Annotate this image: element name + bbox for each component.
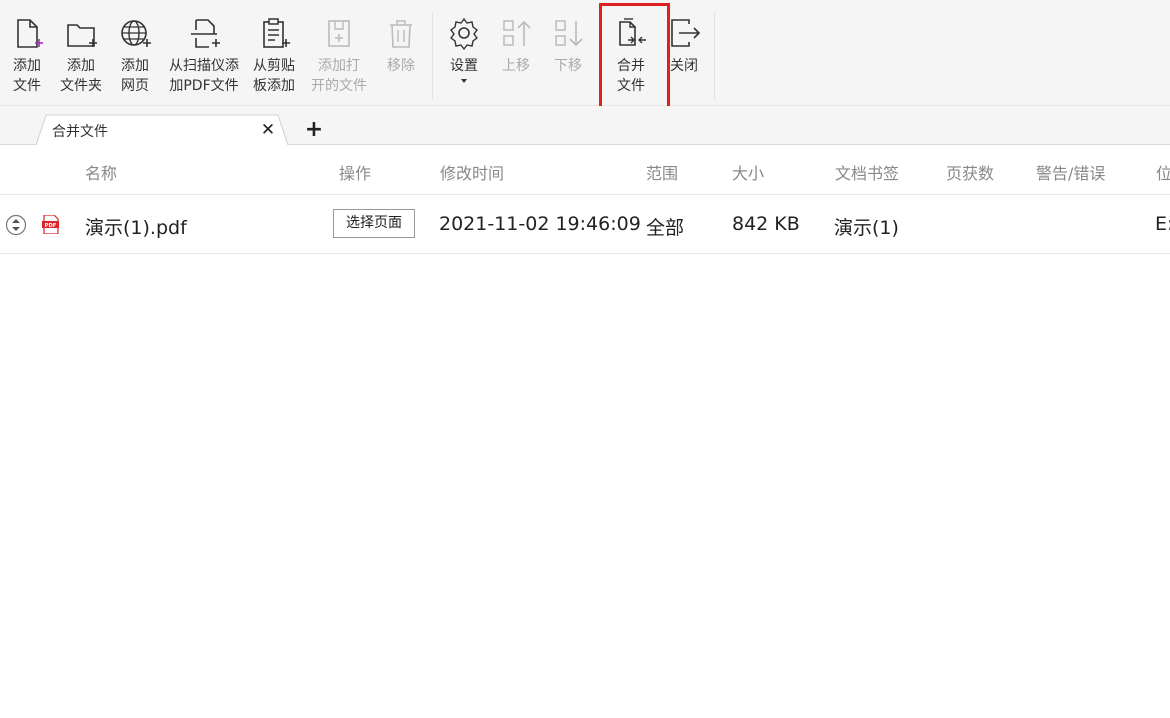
table-row[interactable]: PDF 演示(1).pdf 选择页面 2021-11-02 19:46:09 全… [0, 195, 1170, 254]
add-file-icon [17, 19, 43, 48]
svg-text:PDF: PDF [45, 223, 57, 229]
remove-label: 移除 [387, 58, 415, 74]
select-pages-button[interactable]: 选择页面 [333, 209, 415, 238]
add-file-label: 添加 文件 [13, 58, 41, 94]
move-down-button[interactable]: 下移 [546, 0, 590, 104]
add-webpage-button[interactable]: 添加 网页 [114, 0, 156, 104]
settings-button[interactable]: 设置 [442, 0, 486, 104]
tab-label: 合并文件 [52, 124, 108, 140]
file-size: 842 KB [732, 213, 800, 235]
bookmark: 演示(1) [834, 217, 899, 239]
add-tab-button[interactable]: + [304, 118, 324, 142]
toolbar-separator [714, 12, 715, 100]
remove-button[interactable]: 移除 [380, 0, 422, 104]
expand-toggle-icon[interactable] [5, 214, 27, 236]
merge-files-icon [619, 18, 646, 46]
modified-time: 2021-11-02 19:46:09 [439, 213, 641, 235]
file-name: 演示(1).pdf [85, 217, 187, 239]
close-label: 关闭 [670, 58, 698, 74]
toolbar: 添加 文件 添加 文件夹 添加 网页 从扫描仪添 加PDF文件 从剪贴 板添加 … [0, 0, 1170, 106]
move-up-label: 上移 [502, 58, 530, 74]
column-header-location[interactable]: 位 [1156, 160, 1170, 184]
table-header: 名称 操作 修改时间 范围 大小 文档书签 页获数 警告/错误 位 [0, 146, 1170, 195]
move-up-button[interactable]: 上移 [494, 0, 538, 104]
tab-merge-files[interactable]: 合并文件 ✕ [36, 114, 288, 146]
scanner-button[interactable]: 从扫描仪添 加PDF文件 [164, 0, 244, 104]
move-down-icon [555, 20, 583, 47]
column-header-name[interactable]: 名称 [85, 160, 117, 184]
close-icon[interactable]: ✕ [260, 121, 276, 139]
add-open-file-label: 添加打 开的文件 [311, 58, 367, 94]
add-folder-icon [67, 24, 97, 47]
merge-files-button[interactable]: 合并 文件 [609, 0, 653, 104]
add-folder-label: 添加 文件夹 [60, 58, 102, 94]
scanner-label: 从扫描仪添 加PDF文件 [169, 58, 239, 94]
column-header-warning[interactable]: 警告/错误 [1036, 160, 1105, 184]
column-header-action[interactable]: 操作 [339, 160, 371, 184]
column-header-modified[interactable]: 修改时间 [440, 160, 504, 184]
page-range: 全部 [646, 217, 685, 239]
close-button[interactable]: 关闭 [664, 0, 704, 104]
add-folder-button[interactable]: 添加 文件夹 [56, 0, 106, 104]
column-header-size[interactable]: 大小 [732, 160, 764, 184]
column-header-range[interactable]: 范围 [646, 160, 678, 184]
chevron-down-icon [461, 79, 467, 83]
column-header-pages[interactable]: 页获数 [946, 160, 994, 184]
add-open-file-button[interactable]: 添加打 开的文件 [306, 0, 372, 104]
pdf-file-icon: PDF [42, 215, 59, 234]
toolbar-separator [432, 12, 433, 100]
clipboard-icon [263, 18, 290, 48]
file-location: E: [1155, 213, 1170, 235]
scanner-icon [191, 19, 220, 48]
add-webpage-label: 添加 网页 [121, 58, 149, 94]
gear-icon [450, 17, 478, 51]
move-up-icon [503, 20, 531, 46]
add-file-button[interactable]: 添加 文件 [6, 0, 48, 104]
merge-files-label: 合并 文件 [617, 58, 645, 94]
add-open-file-icon [328, 20, 350, 47]
clipboard-button[interactable]: 从剪贴 板添加 [248, 0, 300, 104]
add-webpage-icon [121, 20, 151, 47]
clipboard-label: 从剪贴 板添加 [253, 58, 295, 94]
column-header-bookmark[interactable]: 文档书签 [835, 160, 899, 184]
settings-label: 设置 [450, 58, 478, 74]
exit-icon [671, 19, 701, 47]
move-down-label: 下移 [554, 58, 582, 74]
trash-icon [390, 20, 412, 48]
